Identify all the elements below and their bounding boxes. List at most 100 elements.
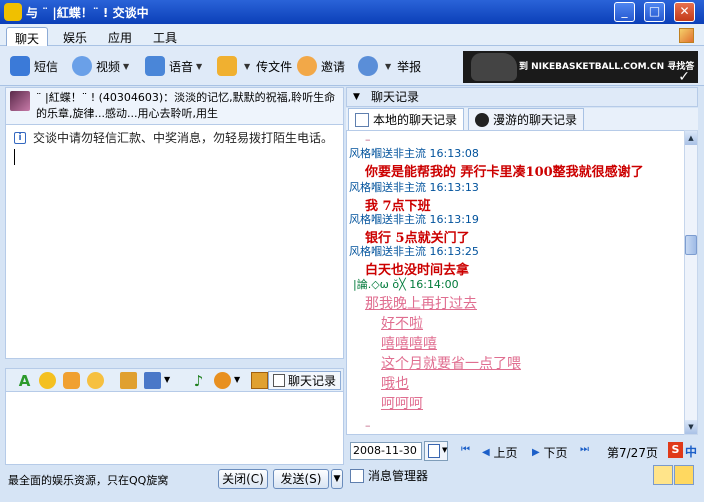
history-scrollbar[interactable]: ▲ ▼	[684, 130, 698, 435]
promo-text[interactable]: 最全面的娱乐资源，只在QQ旋窝	[8, 472, 168, 488]
next-page-button[interactable]: ▶ 下页	[532, 444, 568, 461]
chevron-down-icon[interactable]: ▼	[123, 62, 129, 71]
scroll-up-icon[interactable]: ▲	[685, 131, 697, 145]
scroll-thumb[interactable]	[685, 235, 697, 255]
chinese-input-indicator[interactable]: 中	[685, 443, 697, 460]
next-icon: ▶	[532, 447, 540, 458]
voice-button[interactable]: 语音 ▼	[145, 55, 202, 77]
first-page-button[interactable]: ⏮	[461, 444, 470, 455]
message-manager-label: 消息管理器	[368, 469, 429, 483]
text-caret	[14, 149, 15, 165]
maximize-button[interactable]: □	[644, 2, 665, 22]
message-manager-button[interactable]: 消息管理器	[350, 467, 428, 484]
message-meta: 风格嗰送非主流 16:13:19	[349, 213, 479, 226]
font-icon[interactable]: A	[16, 372, 33, 390]
invite-icon	[297, 56, 317, 76]
tab-local-history[interactable]: 本地的聊天记录	[348, 108, 465, 130]
calendar-icon	[428, 444, 440, 458]
minimize-button[interactable]: _	[614, 2, 635, 22]
send-picture-icon[interactable]	[214, 372, 231, 389]
voice-label: 语音	[169, 59, 194, 74]
sms-label: 短信	[34, 59, 59, 74]
message-text: 这个月就要省一点了喂	[381, 356, 521, 372]
chat-history-button[interactable]: 聊天记录	[267, 371, 341, 390]
message-manager-icon	[350, 468, 364, 483]
window-title: 与 ¨ |紅蝶！¨ ! 交谈中	[26, 6, 149, 20]
next-label: 下页	[543, 446, 568, 460]
gift-icon[interactable]	[63, 372, 80, 389]
message-meta: 风格嗰送非主流 16:13:13	[349, 181, 479, 194]
screenshot-icon[interactable]	[120, 372, 137, 389]
calendar-button[interactable]: ▼	[424, 441, 448, 461]
scroll-down-icon[interactable]: ▼	[685, 420, 697, 434]
magic-face-icon[interactable]	[87, 372, 104, 389]
history-panel: ▼ 聊天记录 本地的聊天记录 漫游的聊天记录 – 风格嗰送非主流 16:13:0…	[346, 87, 698, 494]
message-text: 哦也	[381, 376, 409, 392]
security-notice: i 交谈中请勿轻信汇款、中奖消息，勿轻易拨打陌生电话。	[14, 129, 333, 146]
last-page-icon: ⏭	[580, 444, 589, 455]
date-field[interactable]: 2008-11-30	[350, 442, 422, 460]
emoji-icon[interactable]	[39, 372, 56, 389]
chevron-down-icon[interactable]: ▼	[164, 375, 170, 384]
menu-bar: 聊天 娱乐 应用 工具	[0, 24, 704, 46]
tab-tools[interactable]: 工具	[145, 27, 185, 46]
skin-icon[interactable]	[679, 28, 694, 43]
history-tabs: 本地的聊天记录 漫游的聊天记录	[346, 108, 698, 130]
prev-page-button[interactable]: ◀ 上页	[482, 444, 518, 461]
close-button[interactable]: 关闭(C)	[218, 469, 268, 489]
last-page-button[interactable]: ⏭	[580, 444, 589, 455]
send-button[interactable]: 发送(S)	[273, 469, 329, 489]
invite-label: 邀请	[321, 59, 346, 74]
tab-apps[interactable]: 应用	[100, 27, 140, 46]
chat-output-area[interactable]: i 交谈中请勿轻信汇款、中奖消息，勿轻易拨打陌生电话。	[5, 125, 344, 359]
local-history-icon	[355, 112, 369, 127]
s-badge[interactable]: S	[668, 442, 683, 458]
video-icon	[72, 56, 92, 76]
message-meta: |論.◇ω ŏ╳ 16:14:00	[353, 278, 459, 291]
message-input[interactable]	[5, 392, 344, 465]
send-row: 最全面的娱乐资源，只在QQ旋窝 关闭(C) 发送(S) ▼	[5, 467, 344, 491]
chevron-down-icon: ▼	[442, 446, 448, 454]
message-meta: 风格嗰送非主流 16:13:08	[349, 147, 479, 160]
view-mode-button-1[interactable]	[653, 465, 673, 485]
history-log[interactable]: – 风格嗰送非主流 16:13:08 你要是能帮我的 弄行卡里凑100整我就很感…	[346, 130, 688, 435]
voice-icon	[145, 56, 165, 76]
video-button[interactable]: 视频 ▼	[72, 55, 129, 77]
qq-penguin-icon	[475, 112, 489, 127]
invite-button[interactable]: 邀请	[297, 55, 345, 77]
format-toolbar: A ▼ ♪ ▼ 聊天记录	[5, 368, 344, 392]
message-meta: 风格嗰送非主流 16:13:25	[349, 245, 479, 258]
sms-button[interactable]: 短信	[10, 55, 58, 77]
tab-local-history-label: 本地的聊天记录	[373, 113, 458, 127]
chevron-down-icon[interactable]: ▼	[196, 62, 202, 71]
music-icon[interactable]: ♪	[190, 372, 207, 390]
tab-chat[interactable]: 聊天	[6, 27, 49, 46]
message-text: 你要是能帮我的 弄行卡里凑100整我就很感谢了	[365, 165, 644, 180]
chevron-down-icon[interactable]: ▼	[385, 62, 391, 71]
tab-roaming-history-label: 漫游的聊天记录	[493, 113, 578, 127]
file-transfer-button[interactable]: ▼ 传文件	[217, 55, 292, 77]
shake-icon[interactable]	[251, 372, 268, 389]
video-label: 视频	[96, 59, 121, 74]
chevron-down-icon[interactable]: ▼	[234, 375, 240, 384]
tab-roaming-history[interactable]: 漫游的聊天记录	[468, 108, 585, 130]
history-nav-row: 2008-11-30 ▼ ⏮ ◀ 上页 ▶ 下页 ⏭ 第7/27页 S 中	[346, 439, 698, 463]
left-panel: ¨ |紅蝶！¨ ! (40304603)：淡淡的记忆,默默的祝福,聆听生命的乐章…	[5, 87, 344, 494]
history-header[interactable]: ▼ 聊天记录	[346, 87, 698, 107]
message-text: 呵呵呵	[381, 396, 423, 412]
notice-text: 交谈中请勿轻信汇款、中奖消息，勿轻易拨打陌生电话。	[33, 131, 334, 145]
nike-ad-banner[interactable]: 到 NIKEBASKETBALL.COM.CN 寻找答案 ✓	[463, 51, 698, 104]
title-bar: 与 ¨ |紅蝶！¨ ! 交谈中 _ □ ✕	[0, 0, 704, 24]
scene-icon[interactable]	[144, 372, 161, 389]
tab-entertainment[interactable]: 娱乐	[55, 27, 95, 46]
report-button[interactable]: ▼ 举报	[358, 55, 421, 77]
collapse-arrow-icon[interactable]: ▼	[353, 88, 360, 107]
chevron-down-icon[interactable]: ▼	[244, 62, 250, 71]
avatar[interactable]	[10, 91, 30, 111]
first-page-icon: ⏮	[461, 444, 470, 455]
prev-label: 上页	[493, 446, 518, 460]
view-mode-button-2[interactable]	[674, 465, 694, 485]
message-text: 好不啦	[381, 316, 423, 332]
send-options-dropdown[interactable]: ▼	[331, 469, 343, 489]
close-window-button[interactable]: ✕	[674, 2, 695, 22]
